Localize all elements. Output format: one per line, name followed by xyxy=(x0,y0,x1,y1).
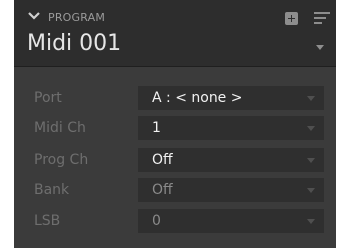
param-row-bank: Bank Off xyxy=(14,178,336,202)
program-header: PROGRAM Midi 001 xyxy=(14,0,336,67)
port-select[interactable]: A : < none > xyxy=(138,86,324,110)
chevron-down-icon[interactable] xyxy=(316,45,324,50)
param-value: A : < none > xyxy=(152,90,243,106)
param-label: LSB xyxy=(34,213,61,229)
lsb-select[interactable]: 0 xyxy=(138,209,324,233)
chevron-down-icon xyxy=(307,188,315,193)
hamburger-icon[interactable] xyxy=(314,12,330,24)
program-name[interactable]: Midi 001 xyxy=(27,31,121,56)
section-title: PROGRAM xyxy=(48,11,106,24)
program-panel: PROGRAM Midi 001 Port A : < none > Midi … xyxy=(14,0,336,248)
chevron-down-icon xyxy=(307,158,315,163)
param-label: Bank xyxy=(34,182,70,198)
plus-icon[interactable] xyxy=(285,12,298,25)
chevron-down-icon xyxy=(307,126,315,131)
param-label: Prog Ch xyxy=(34,152,89,168)
param-label: Midi Ch xyxy=(34,120,86,136)
param-row-port: Port A : < none > xyxy=(14,86,336,110)
prog-ch-select[interactable]: Off xyxy=(138,148,324,172)
param-value: 0 xyxy=(152,213,161,229)
midi-ch-select[interactable]: 1 xyxy=(138,116,324,140)
param-value: Off xyxy=(152,152,173,168)
param-row-lsb: LSB 0 xyxy=(14,209,336,233)
chevron-down-icon[interactable] xyxy=(26,9,42,23)
param-row-prog-ch: Prog Ch Off xyxy=(14,148,336,172)
param-row-midi-ch: Midi Ch 1 xyxy=(14,116,336,140)
chevron-down-icon xyxy=(307,96,315,101)
param-label: Port xyxy=(34,90,62,106)
chevron-down-icon xyxy=(307,219,315,224)
param-value: Off xyxy=(152,182,173,198)
bank-select[interactable]: Off xyxy=(138,178,324,202)
param-value: 1 xyxy=(152,120,161,136)
